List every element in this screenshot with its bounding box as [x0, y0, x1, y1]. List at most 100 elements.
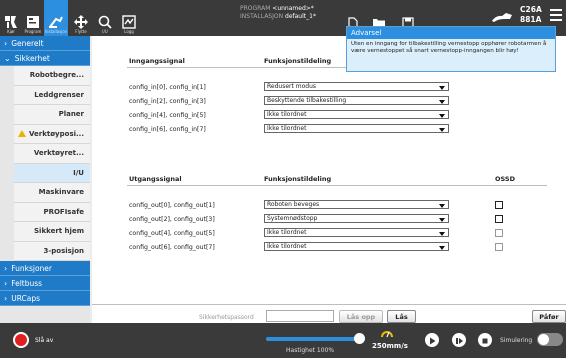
sidebar-group-sikkerhet[interactable]: ⌄ Sikkerhet — [0, 51, 90, 66]
sidebar-item-planer[interactable]: Planer — [14, 105, 90, 125]
input-function-select[interactable]: Ikke tilordnet — [264, 124, 449, 133]
footer-bar: Slå av Hastighet 100% 250mm/s Simulering — [0, 323, 566, 358]
log-tab[interactable]: Logg — [118, 0, 140, 36]
installation-key: INSTALLASJON — [240, 13, 284, 20]
apply-button[interactable]: Påfør — [532, 310, 566, 323]
ossd-checkbox[interactable] — [495, 243, 503, 251]
power-icon[interactable] — [13, 332, 29, 348]
sidebar-item-sikkert-hjem[interactable]: Sikkert hjem — [14, 222, 90, 242]
sidebar-item-label: 3-posisjon — [43, 246, 84, 255]
sidebar-group-urcaps[interactable]: › URCaps — [0, 291, 90, 306]
sidebar-item-io[interactable]: I/U — [14, 163, 90, 183]
speed-slider-handle[interactable] — [354, 333, 365, 344]
sidebar-group-label: Sikkerhet — [14, 53, 50, 63]
sidebar-item-label: Leddgrenser — [34, 90, 84, 99]
unlock-button[interactable]: Lås opp — [339, 310, 383, 323]
step-button[interactable] — [452, 333, 466, 347]
dropdown-arrow-icon — [439, 113, 445, 118]
output-signal-label: config_out[6], config_out[7] — [129, 244, 215, 251]
select-value: Ikke tilordnet — [267, 243, 307, 250]
select-value: Beskyttende tilbakestilling — [267, 97, 347, 104]
dropdown-arrow-icon — [439, 245, 445, 250]
input-function-select[interactable]: Redusert modus — [264, 82, 449, 91]
simulation-toggle[interactable] — [537, 333, 563, 346]
input-signal-label: config_in[4], config_in[5] — [129, 112, 206, 119]
sidebar-item-leddgrenser[interactable]: Leddgrenser — [14, 85, 90, 105]
tcp-speed-value: 250mm/s — [372, 342, 408, 350]
ossd-checkbox[interactable] — [495, 201, 503, 209]
move-icon — [74, 15, 88, 29]
output-signal-label: config_out[4], config_out[5] — [129, 230, 215, 237]
chevron-right-icon: › — [4, 38, 8, 48]
select-value: Ikke tilordnet — [267, 125, 307, 132]
sidebar-group-feltbuss[interactable]: › Feltbuss — [0, 276, 90, 291]
sidebar-group-label: Feltbuss — [11, 278, 43, 288]
program-status: PROGRAM <unnamed>* INSTALLASJON default_… — [240, 5, 316, 21]
sidebar-item-maskinvare[interactable]: Maskinvare — [14, 183, 90, 203]
program-label: Program — [24, 29, 42, 34]
robot-mode-icon[interactable] — [490, 11, 514, 23]
sidebar-item-verktoyposisjon[interactable]: Verktøyposi... — [14, 124, 90, 144]
sidebar: › Generelt ⌄ Sikkerhet Robotbegre... Leddg… — [0, 36, 90, 323]
sidebar-item-label: Sikkert hjem — [34, 227, 84, 236]
sidebar-item-profisafe[interactable]: PROFIsafe — [14, 202, 90, 222]
program-value: <unnamed>* — [272, 5, 314, 12]
speed-label: Hastighet 100% — [286, 347, 335, 354]
output-function-select[interactable]: Ikke tilordnet — [264, 242, 449, 251]
sidebar-item-label: Maskinvare — [38, 188, 84, 197]
io-icon — [98, 15, 112, 29]
output-function-select[interactable]: Ikke tilordnet — [264, 228, 449, 237]
input-function-header: Funksjonstildeling — [264, 57, 332, 65]
input-signal-label: config_in[2], config_in[3] — [129, 98, 206, 105]
play-icon — [430, 337, 436, 345]
divider — [127, 185, 547, 186]
sidebar-group-generelt[interactable]: › Generelt — [0, 36, 90, 51]
sidebar-item-3-posisjon[interactable]: 3-posisjon — [14, 241, 90, 261]
speed-slider-track[interactable] — [266, 337, 360, 341]
sidebar-item-verktoyretning[interactable]: Verktøyret... — [14, 144, 90, 164]
log-icon — [122, 15, 136, 29]
output-signal-label: config_out[0], config_out[1] — [129, 202, 215, 209]
input-signal-label: config_in[6], config_in[7] — [129, 126, 206, 133]
sidebar-item-label: Robotbegre... — [29, 71, 84, 80]
step-icon — [456, 338, 463, 344]
input-function-select[interactable]: Beskyttende tilbakestilling — [264, 96, 449, 105]
select-value: Roboten beveges — [267, 201, 320, 208]
dropdown-arrow-icon — [439, 127, 445, 132]
simulation-label: Simulering — [500, 337, 533, 344]
ossd-header: OSSD — [495, 175, 515, 183]
ossd-checkbox[interactable] — [495, 215, 503, 223]
sidebar-item-robotbegrensninger[interactable]: Robotbegre... — [14, 66, 90, 86]
lock-button[interactable]: Lås — [387, 310, 416, 323]
run-tab[interactable]: Kjør — [0, 0, 22, 36]
stop-icon — [482, 338, 488, 344]
output-function-select[interactable]: Roboten beveges — [264, 200, 449, 209]
dropdown-arrow-icon — [439, 217, 445, 222]
stop-button[interactable] — [478, 333, 492, 347]
hamburger-menu-icon[interactable] — [550, 9, 562, 24]
move-tab[interactable]: Flytte — [70, 0, 92, 36]
output-signal-header: Utgangssignal — [129, 175, 182, 183]
chevron-right-icon: › — [4, 278, 8, 288]
sidebar-group-label: URCaps — [11, 293, 41, 303]
installation-label: Installasjon — [44, 29, 68, 34]
io-tab[interactable]: I/U — [94, 0, 116, 36]
program-key: PROGRAM — [240, 5, 271, 12]
run-label: Kjør — [7, 29, 15, 34]
input-function-select[interactable]: Ikke tilordnet — [264, 110, 449, 119]
output-function-select[interactable]: Systemnødstopp — [264, 214, 449, 223]
sidebar-group-funksjoner[interactable]: › Funksjoner — [0, 261, 90, 276]
ossd-checkbox[interactable] — [495, 229, 503, 237]
output-signal-label: config_out[2], config_out[3] — [129, 216, 215, 223]
play-button[interactable] — [425, 333, 439, 347]
safety-password-label: Sikkerhetspassord — [199, 314, 254, 321]
program-tab[interactable]: Program — [22, 0, 44, 36]
warning-icon — [18, 130, 27, 138]
program-icon — [27, 16, 39, 28]
select-value: Systemnødstopp — [267, 215, 318, 222]
move-label: Flytte — [75, 29, 87, 34]
installation-tab[interactable]: Installasjon — [44, 0, 68, 36]
robot-id-line2: 881A — [520, 15, 542, 24]
run-icon — [5, 16, 17, 28]
safety-password-input[interactable] — [266, 310, 334, 322]
